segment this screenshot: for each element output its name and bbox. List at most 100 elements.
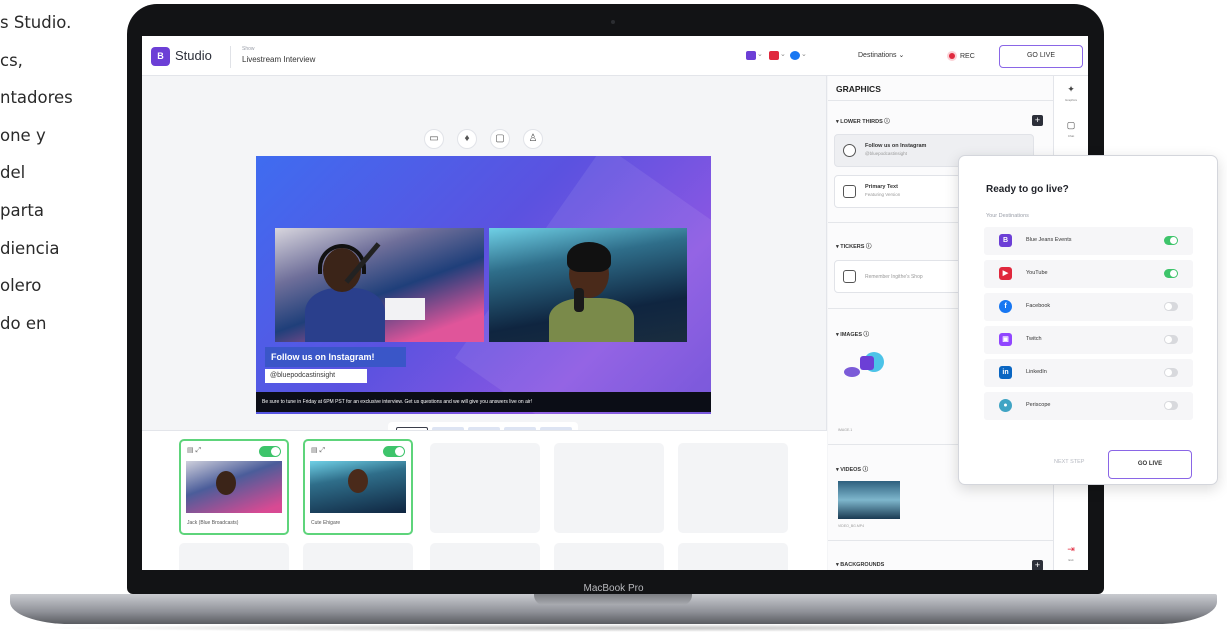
- destination-row[interactable]: in LinkedIn: [984, 359, 1193, 387]
- sources-tray: ▤ ⤢ Jack (Blue Broadcasts) ▤ ⤢ Cute Ehig…: [142, 430, 827, 570]
- destination-name: Periscope: [1026, 402, 1051, 408]
- side-line: del: [0, 163, 26, 183]
- side-line: ntadores: [0, 88, 73, 108]
- twitch-icon: ▣: [999, 333, 1012, 346]
- show-label: Show: [242, 46, 255, 52]
- camera-icon[interactable]: ▭: [424, 129, 444, 149]
- rail-label: Graphics: [1064, 98, 1077, 102]
- ticker-banner[interactable]: Be sure to tune in Friday at 6PM PST for…: [256, 392, 711, 412]
- laptop-shadow: [30, 624, 1197, 632]
- youtube-destination-icon[interactable]: [769, 51, 779, 60]
- ticker-checkbox[interactable]: [843, 270, 856, 283]
- stage-canvas: ▭ ♦ ▢ ♙ Follow us on Instagram! @bluepod…: [142, 76, 827, 448]
- empty-source-slot[interactable]: [554, 443, 664, 533]
- youtube-icon: ▶: [999, 267, 1012, 280]
- empty-source-slot[interactable]: [430, 443, 540, 533]
- tickers-section-toggle[interactable]: ▾ TICKERS ⓘ: [836, 242, 871, 250]
- source-visibility-toggle[interactable]: [383, 446, 405, 457]
- destinations-dropdown[interactable]: Destinations ⌄: [858, 51, 904, 59]
- source-name: Cute Ehigare: [311, 520, 341, 526]
- show-title[interactable]: Livestream Interview: [242, 55, 315, 64]
- side-line: diencia: [0, 238, 60, 258]
- guest-2-body: [549, 298, 634, 342]
- lower-third-subtitle: @bluepodcastinsight: [865, 151, 907, 156]
- eye-icon[interactable]: [843, 144, 856, 157]
- source-name: Jack (Blue Broadcasts): [187, 520, 239, 526]
- bluejeans-destination-icon[interactable]: [746, 51, 756, 60]
- image-blob: [844, 367, 860, 377]
- video-asset-thumbnail[interactable]: [838, 481, 900, 519]
- backgrounds-section-toggle[interactable]: ▾ BACKGROUNDS: [836, 562, 884, 568]
- empty-source-slot[interactable]: [678, 543, 788, 570]
- source-visibility-toggle[interactable]: [259, 446, 281, 457]
- destination-toggle[interactable]: [1164, 335, 1178, 344]
- guest-2-hair: [567, 242, 611, 272]
- destination-row[interactable]: f Facebook: [984, 293, 1193, 321]
- graphics-icon[interactable]: ✦: [1064, 84, 1078, 95]
- chevron-down-icon: ⌄: [757, 51, 763, 58]
- source-thumbnail: [186, 461, 282, 513]
- image-caption: IMAGE.1: [838, 428, 853, 432]
- side-line: do en: [0, 313, 47, 333]
- lower-third-checkbox[interactable]: [843, 185, 856, 198]
- destination-toggle[interactable]: [1164, 236, 1178, 245]
- modal-go-live-button[interactable]: GO LIVE: [1108, 450, 1192, 479]
- studio-light: [385, 298, 425, 320]
- brand-logo-icon: B: [151, 47, 170, 66]
- image-asset-thumbnail[interactable]: [838, 346, 894, 390]
- app-header: B Studio Show Livestream Interview ⌄ ⌄ ⌄…: [142, 36, 1088, 76]
- microphone-icon[interactable]: ♦: [457, 129, 477, 149]
- invite-guest-icon[interactable]: ♙: [523, 129, 543, 149]
- facebook-destination-icon[interactable]: [790, 51, 800, 60]
- side-line: parta: [0, 200, 44, 220]
- guest-video-2[interactable]: [489, 228, 687, 342]
- destinations-label: Destinations: [858, 52, 897, 59]
- destination-row[interactable]: ▶ YouTube: [984, 260, 1193, 288]
- screen-share-icon[interactable]: ▢: [490, 129, 510, 149]
- source-card-controls[interactable]: ▤ ⤢: [187, 446, 201, 455]
- linkedin-icon: in: [999, 366, 1012, 379]
- empty-source-slot[interactable]: [179, 543, 289, 570]
- add-lower-third-button[interactable]: +: [1032, 115, 1043, 126]
- videos-section-toggle[interactable]: ▾ VIDEOS ⓘ: [836, 465, 868, 473]
- lower-third-title[interactable]: Follow us on Instagram!: [265, 347, 406, 367]
- destination-toggle[interactable]: [1164, 269, 1178, 278]
- side-caption: s Studio. cs, ntadores one y del parta d…: [0, 4, 110, 342]
- guest-video-1[interactable]: [275, 228, 484, 342]
- source-card[interactable]: ▤ ⤢ Cute Ehigare: [303, 439, 413, 535]
- podcast-mic: [574, 288, 584, 312]
- guest-1-body: [305, 288, 385, 342]
- images-section-toggle[interactable]: ▾ IMAGES ⓘ: [836, 330, 869, 338]
- empty-source-slot[interactable]: [678, 443, 788, 533]
- source-card-controls[interactable]: ▤ ⤢: [311, 446, 325, 455]
- lower-third-subtitle[interactable]: @bluepodcastinsight: [265, 369, 367, 383]
- rail-label: Chat: [1067, 134, 1075, 138]
- destination-toggle[interactable]: [1164, 302, 1178, 311]
- destination-toggle[interactable]: [1164, 368, 1178, 377]
- destination-row[interactable]: ▣ Twitch: [984, 326, 1193, 354]
- chat-icon[interactable]: ▢: [1064, 120, 1078, 131]
- next-step-button[interactable]: NEXT STEP: [1054, 459, 1084, 465]
- destination-row[interactable]: ● Periscope: [984, 392, 1193, 420]
- source-card[interactable]: ▤ ⤢ Jack (Blue Broadcasts): [179, 439, 289, 535]
- exit-icon[interactable]: ⇥: [1064, 544, 1078, 555]
- periscope-icon: ●: [999, 399, 1012, 412]
- side-line: cs,: [0, 50, 23, 70]
- side-line: olero: [0, 276, 42, 296]
- destination-toggle[interactable]: [1164, 401, 1178, 410]
- lower-thirds-section-toggle[interactable]: ▾ LOWER THIRDS ⓘ: [836, 117, 890, 125]
- lower-third-title: Follow us on Instagram: [865, 143, 927, 149]
- empty-source-slot[interactable]: [554, 543, 664, 570]
- add-background-button[interactable]: +: [1032, 560, 1043, 570]
- empty-source-slot[interactable]: [303, 543, 413, 570]
- record-label: REC: [960, 53, 975, 60]
- destination-name: Twitch: [1026, 336, 1042, 342]
- facebook-icon: f: [999, 300, 1012, 313]
- chevron-down-icon: ⌄: [801, 51, 807, 58]
- empty-source-slot[interactable]: [430, 543, 540, 570]
- destination-row[interactable]: B Blue Jeans Events: [984, 227, 1193, 255]
- record-button[interactable]: REC: [942, 47, 994, 66]
- side-line: s Studio.: [0, 13, 72, 32]
- go-live-button[interactable]: GO LIVE: [999, 45, 1083, 68]
- broadcast-stage[interactable]: Follow us on Instagram! @bluepodcastinsi…: [256, 156, 711, 414]
